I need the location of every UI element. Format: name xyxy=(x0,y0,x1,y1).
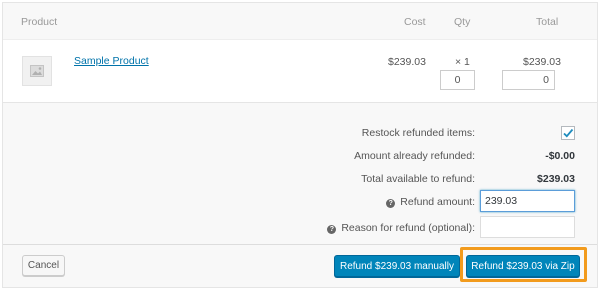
refund-panel: Product Cost Qty Total Sample Product $2… xyxy=(2,2,598,288)
help-icon[interactable]: ? xyxy=(386,199,396,208)
checkmark-icon xyxy=(563,128,574,138)
refund-amount-input[interactable] xyxy=(480,190,575,212)
reason-input[interactable] xyxy=(480,216,575,238)
refund-qty-input[interactable] xyxy=(440,70,475,90)
already-refunded-label: Amount already refunded: xyxy=(354,150,475,162)
cancel-button[interactable]: Cancel xyxy=(22,255,65,276)
refund-amount-label-wrap: ? Refund amount: xyxy=(386,196,475,208)
header-product: Product xyxy=(21,16,58,28)
header-total: Total xyxy=(536,16,559,28)
already-refunded-value: -$0.00 xyxy=(545,150,575,162)
refund-manually-button[interactable]: Refund $239.03 manually xyxy=(334,255,460,277)
header-qty: Qty xyxy=(454,16,471,28)
items-table-header: Product Cost Qty Total xyxy=(3,3,597,40)
table-row: Sample Product $239.03 × 1 $239.03 xyxy=(3,40,597,102)
header-cost: Cost xyxy=(404,16,426,28)
item-cost: $239.03 xyxy=(388,56,426,68)
available-value: $239.03 xyxy=(537,173,575,185)
refund-summary: Restock refunded items: Amount already r… xyxy=(3,102,597,287)
item-total: $239.03 xyxy=(523,56,561,68)
image-placeholder-icon xyxy=(22,56,52,86)
refund-total-input[interactable] xyxy=(502,70,555,90)
reason-label: Reason for refund (optional): xyxy=(341,222,475,234)
restock-label: Restock refunded items: xyxy=(361,127,475,139)
refund-amount-label: Refund amount: xyxy=(400,196,475,208)
help-icon[interactable]: ? xyxy=(327,225,337,234)
reason-label-wrap: ? Reason for refund (optional): xyxy=(327,222,475,234)
divider xyxy=(3,244,597,245)
restock-checkbox[interactable] xyxy=(561,126,575,140)
available-label: Total available to refund: xyxy=(361,173,475,185)
product-link[interactable]: Sample Product xyxy=(74,55,149,67)
refund-via-zip-button[interactable]: Refund $239.03 via Zip xyxy=(466,255,580,277)
item-qty: × 1 xyxy=(455,56,470,68)
